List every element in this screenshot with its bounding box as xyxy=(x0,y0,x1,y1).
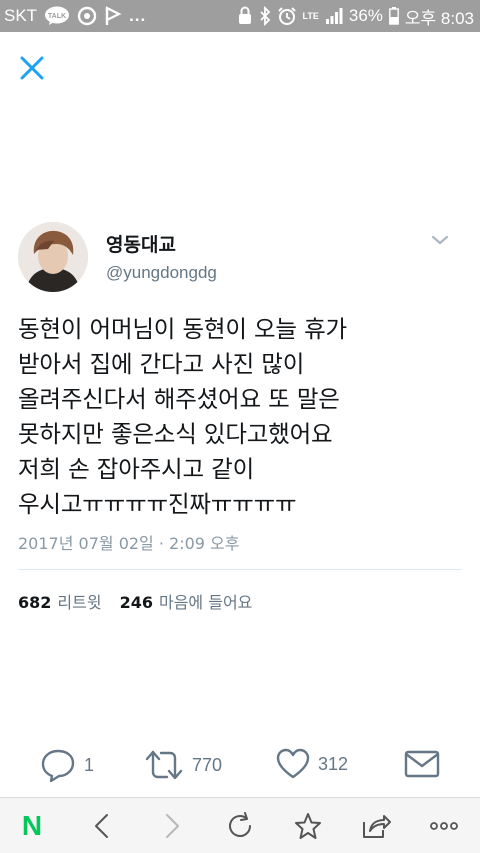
chevron-down-icon xyxy=(431,235,449,245)
like-count: 312 xyxy=(318,753,349,774)
bluetooth-icon xyxy=(259,6,271,26)
kakaotalk-icon: TALK xyxy=(44,6,70,26)
carrier-label: SKT xyxy=(4,6,38,25)
display-name[interactable]: 영동대교 xyxy=(106,230,176,257)
likes-count[interactable]: 246 xyxy=(120,593,153,612)
status-bar: SKT TALK ... LTE 36% 오후 8:03 xyxy=(0,0,480,32)
battery-percent: 36% xyxy=(348,6,383,25)
retweet-button[interactable]: 770 xyxy=(144,748,222,782)
reply-count: 1 xyxy=(84,754,95,775)
divider xyxy=(18,569,462,570)
sync-circle-icon xyxy=(77,6,97,26)
browser-toolbar: N xyxy=(0,797,480,853)
bookmark-button[interactable] xyxy=(292,810,324,842)
heart-icon xyxy=(276,748,310,779)
like-button[interactable]: 312 xyxy=(276,748,348,780)
reload-button[interactable] xyxy=(224,810,256,842)
direct-message-button[interactable] xyxy=(404,749,440,779)
profile-photo-icon xyxy=(18,222,88,292)
network-type-label: LTE xyxy=(302,11,319,21)
engagement-stats: 682 리트윗 246 마음에 들어요 xyxy=(18,589,270,613)
back-button[interactable] xyxy=(86,810,118,842)
avatar[interactable] xyxy=(18,222,88,292)
retweet-count: 770 xyxy=(192,754,223,775)
tweet-timestamp[interactable]: 2017년 07월 02일 · 2:09 오후 xyxy=(18,530,239,554)
more-menu-button[interactable] xyxy=(428,810,460,842)
talk-badge-label: TALK xyxy=(48,13,66,20)
close-icon xyxy=(20,56,44,80)
chevron-left-icon xyxy=(95,814,108,838)
retweets-count[interactable]: 682 xyxy=(18,593,51,612)
naver-home-button[interactable]: N xyxy=(16,810,48,842)
battery-icon xyxy=(389,7,399,25)
chevron-right-icon xyxy=(166,814,179,838)
tweet-text: 동현이 어머님이 동현이 오늘 휴가 받아서 집에 간다고 사진 많이 올려주신… xyxy=(18,315,347,518)
envelope-icon xyxy=(404,750,440,778)
clock: 오후 8:03 xyxy=(404,8,474,28)
share-icon xyxy=(363,815,391,838)
refresh-icon xyxy=(229,812,251,837)
reply-icon xyxy=(41,749,75,782)
naver-logo-icon: N xyxy=(21,810,43,841)
forward-button[interactable] xyxy=(156,810,188,842)
more-notifications: ... xyxy=(129,6,147,25)
tweet-actions: 1 770 312 xyxy=(0,745,480,785)
tweet-menu-button[interactable] xyxy=(430,232,450,246)
signal-icon xyxy=(325,7,343,25)
reply-button[interactable]: 1 xyxy=(40,748,94,782)
user-handle[interactable]: @yungdongdg xyxy=(106,263,217,283)
likes-label[interactable]: 마음에 들어요 xyxy=(159,589,252,613)
retweet-icon xyxy=(145,750,183,780)
retweets-label[interactable]: 리트윗 xyxy=(57,589,101,613)
alarm-icon xyxy=(277,6,297,26)
play-flag-icon xyxy=(104,6,122,26)
lock-icon xyxy=(237,6,253,26)
share-button[interactable] xyxy=(360,810,392,842)
close-button[interactable] xyxy=(16,52,48,84)
star-icon xyxy=(295,813,321,839)
more-dots-icon xyxy=(430,822,458,830)
